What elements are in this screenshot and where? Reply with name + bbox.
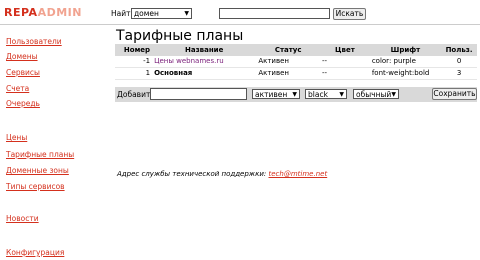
row-color: -- — [320, 56, 370, 68]
sidebar-item-configuration[interactable]: Конфигурация — [6, 248, 64, 257]
row-font: font-weight:bold — [369, 67, 442, 80]
page-title: Тарифные планы — [116, 28, 244, 44]
row-users: 0 — [441, 56, 477, 68]
logo-part-admin: ADMIN — [37, 6, 82, 19]
sidebar-item-news[interactable]: Новости — [6, 214, 39, 223]
row-users: 3 — [441, 67, 477, 80]
save-button[interactable]: Сохранить — [432, 88, 477, 100]
search-field-value: домен — [134, 9, 159, 18]
new-plan-font-select[interactable]: обычный ▼ — [353, 89, 399, 99]
header-divider — [0, 24, 480, 25]
sidebar-item-prices[interactable]: Цены — [6, 133, 27, 142]
sidebar-item-users[interactable]: Пользователи — [6, 37, 62, 46]
chevron-down-icon: ▼ — [339, 91, 344, 98]
column-header-users[interactable]: Польз. — [441, 44, 477, 56]
row-status: Активен — [256, 56, 321, 68]
plan-name[interactable]: Основная — [154, 69, 192, 77]
table-row: 1 Основная Активен -- font-weight:bold 3 — [115, 67, 477, 80]
column-header-name[interactable]: Название — [152, 44, 257, 56]
sidebar-item-service-types[interactable]: Типы сервисов — [6, 182, 65, 191]
table-row: -1 Цены webnames.ru Активен -- color: pu… — [115, 56, 477, 68]
sidebar-item-domains[interactable]: Домены — [6, 52, 38, 61]
row-status: Активен — [256, 67, 321, 80]
new-plan-name-input[interactable] — [150, 88, 247, 100]
new-plan-color-select[interactable]: black ▼ — [305, 89, 347, 99]
row-font: color: purple — [369, 56, 442, 68]
sidebar-item-domain-zones[interactable]: Доменные зоны — [6, 166, 69, 175]
row-number: -1 — [115, 56, 153, 68]
table-header-row: Номер Название Статус Цвет Шрифт Польз. — [115, 44, 477, 56]
search-input[interactable] — [219, 8, 330, 19]
chevron-down-icon: ▼ — [391, 91, 396, 98]
chevron-down-icon: ▼ — [184, 10, 189, 17]
sidebar-item-services[interactable]: Сервисы — [6, 68, 40, 77]
sidebar-item-tariff-plans[interactable]: Тарифные планы — [6, 150, 74, 159]
search-button[interactable]: Искать — [333, 8, 366, 20]
tariff-plans-table: Номер Название Статус Цвет Шрифт Польз. … — [115, 44, 477, 80]
support-text: Адрес службы технической поддержки: — [117, 170, 267, 178]
search-field-select[interactable]: домен ▼ — [131, 8, 192, 19]
sidebar-item-invoices[interactable]: Счета — [6, 84, 29, 93]
support-line: Адрес службы технической поддержки: tech… — [117, 170, 327, 179]
column-header-status[interactable]: Статус — [256, 44, 321, 56]
font-select-value: обычный — [356, 90, 392, 99]
column-header-color[interactable]: Цвет — [320, 44, 370, 56]
chevron-down-icon: ▼ — [292, 91, 297, 98]
new-plan-status-select[interactable]: активен ▼ — [252, 89, 300, 99]
sidebar-item-queue[interactable]: Очередь — [6, 99, 40, 108]
color-select-value: black — [308, 90, 328, 99]
row-number: 1 — [115, 67, 153, 80]
support-email-link[interactable]: tech@mtime.net — [269, 170, 328, 178]
logo-part-repa: REPA — [4, 6, 38, 19]
repa-admin-logo: REPAADMIN — [4, 6, 100, 20]
status-select-value: активен — [255, 90, 288, 99]
column-header-number[interactable]: Номер — [115, 44, 153, 56]
plan-name-link[interactable]: Цены webnames.ru — [154, 57, 224, 65]
column-header-font[interactable]: Шрифт — [369, 44, 442, 56]
row-color: -- — [320, 67, 370, 80]
